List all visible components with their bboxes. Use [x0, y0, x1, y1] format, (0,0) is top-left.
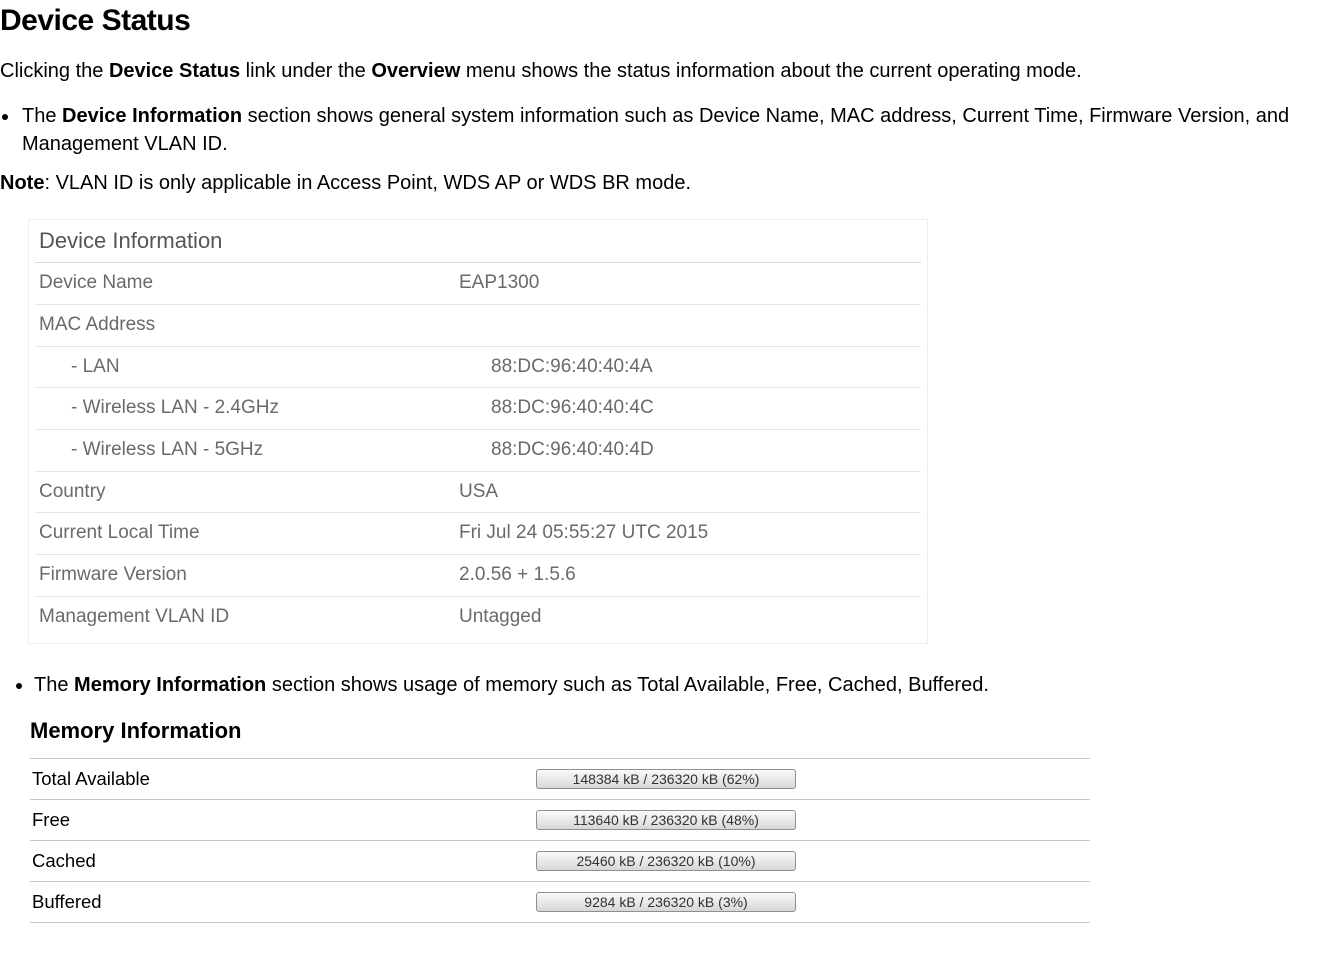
row-mac-wlan-24: - Wireless LAN - 2.4GHz 88:DC:96:40:40:4… [35, 388, 921, 430]
row-management-vlan: Management VLAN ID Untagged [35, 597, 921, 638]
label-total-available: Total Available [30, 768, 522, 790]
label-current-time: Current Local Time [39, 521, 459, 546]
row-free: Free 113640 kB / 236320 kB (48%) [30, 800, 1090, 841]
row-mac-wlan-5: - Wireless LAN - 5GHz 88:DC:96:40:40:4D [35, 430, 921, 472]
value-management-vlan: Untagged [459, 605, 917, 630]
intro-post: menu shows the status information about … [460, 60, 1081, 82]
memory-information-header: Memory Information [30, 718, 1090, 744]
row-firmware-version: Firmware Version 2.0.56 + 1.5.6 [35, 555, 921, 597]
intro-pre: Clicking the [0, 60, 109, 82]
value-mac-lan: 88:DC:96:40:40:4A [491, 355, 917, 380]
memory-information-table: Total Available 148384 kB / 236320 kB (6… [30, 758, 1090, 923]
bullet2-post: section shows usage of memory such as To… [266, 674, 989, 696]
note-paragraph: Note: VLAN ID is only applicable in Acce… [0, 172, 1320, 195]
page-root: Device Status Clicking the Device Status… [0, 0, 1320, 963]
bullet-device-information: The Device Information section shows gen… [20, 103, 1320, 158]
value-mac-address [459, 313, 917, 338]
row-mac-lan: - LAN 88:DC:96:40:40:4A [35, 347, 921, 389]
badge-buffered: 9284 kB / 236320 kB (3%) [536, 892, 796, 912]
badge-free: 113640 kB / 236320 kB (48%) [536, 810, 796, 830]
label-buffered: Buffered [30, 891, 522, 913]
intro-mid: link under the [240, 60, 371, 82]
label-mac-address: MAC Address [39, 313, 459, 338]
label-firmware-version: Firmware Version [39, 563, 459, 588]
label-country: Country [39, 480, 459, 505]
badge-cached: 25460 kB / 236320 kB (10%) [536, 851, 796, 871]
row-cached: Cached 25460 kB / 236320 kB (10%) [30, 841, 1090, 882]
note-text: : VLAN ID is only applicable in Access P… [44, 172, 691, 194]
row-country: Country USA [35, 472, 921, 514]
row-mac-address: MAC Address [35, 305, 921, 347]
bullet-list-2: The Memory Information section shows usa… [0, 672, 1320, 700]
page-title: Device Status [0, 4, 1320, 38]
intro-paragraph: Clicking the Device Status link under th… [0, 58, 1320, 85]
label-management-vlan: Management VLAN ID [39, 605, 459, 630]
label-mac-wlan-5: - Wireless LAN - 5GHz [39, 438, 491, 463]
bullet1-bold: Device Information [62, 105, 242, 127]
value-cell-total-available: 148384 kB / 236320 kB (62%) [522, 769, 1090, 789]
row-device-name: Device Name EAP1300 [35, 263, 921, 305]
bullet1-pre: The [22, 105, 62, 127]
device-information-panel: Device Information Device Name EAP1300 M… [28, 219, 928, 644]
bullet2-pre: The [34, 674, 74, 696]
label-cached: Cached [30, 850, 522, 872]
value-cell-free: 113640 kB / 236320 kB (48%) [522, 810, 1090, 830]
intro-link-device-status: Device Status [109, 60, 240, 82]
bullet-list-1: The Device Information section shows gen… [0, 103, 1320, 158]
value-mac-wlan-5: 88:DC:96:40:40:4D [491, 438, 917, 463]
label-mac-wlan-24: - Wireless LAN - 2.4GHz [39, 396, 491, 421]
label-free: Free [30, 809, 522, 831]
value-device-name: EAP1300 [459, 271, 917, 296]
row-total-available: Total Available 148384 kB / 236320 kB (6… [30, 759, 1090, 800]
intro-link-overview: Overview [371, 60, 460, 82]
value-mac-wlan-24: 88:DC:96:40:40:4C [491, 396, 917, 421]
value-country: USA [459, 480, 917, 505]
row-buffered: Buffered 9284 kB / 236320 kB (3%) [30, 882, 1090, 923]
device-information-header: Device Information [35, 226, 921, 263]
value-current-time: Fri Jul 24 05:55:27 UTC 2015 [459, 521, 917, 546]
value-cell-cached: 25460 kB / 236320 kB (10%) [522, 851, 1090, 871]
bullet2-bold: Memory Information [74, 674, 266, 696]
label-mac-lan: - LAN [39, 355, 491, 380]
bullet-memory-information: The Memory Information section shows usa… [34, 672, 1320, 700]
label-device-name: Device Name [39, 271, 459, 296]
badge-total-available: 148384 kB / 236320 kB (62%) [536, 769, 796, 789]
note-label: Note [0, 172, 44, 194]
memory-information-panel: Memory Information Total Available 14838… [30, 718, 1090, 923]
value-cell-buffered: 9284 kB / 236320 kB (3%) [522, 892, 1090, 912]
value-firmware-version: 2.0.56 + 1.5.6 [459, 563, 917, 588]
row-current-time: Current Local Time Fri Jul 24 05:55:27 U… [35, 513, 921, 555]
